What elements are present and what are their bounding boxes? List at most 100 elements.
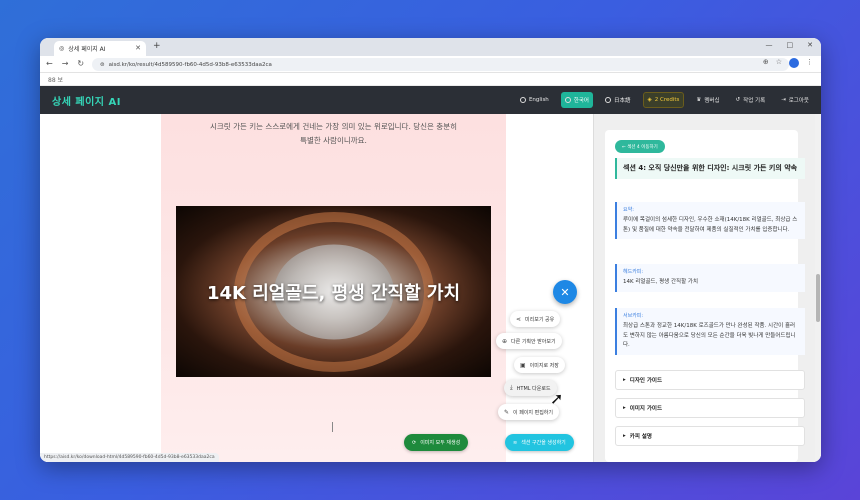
globe-icon [519, 97, 526, 103]
logout-icon: ⇥ [781, 97, 786, 103]
section-card: ← 섹션 4 이동하기 섹션 4: 오직 당신만을 위한 디자인: 시크릿 가든… [605, 130, 805, 462]
mouse-pointer-icon: ➚ [550, 389, 564, 408]
browser-window: ◎ 상세 페이지 AI ✕ + — □ ✕ ← → ↻ ⊜ aisd.kr/ko… [40, 38, 821, 462]
other-plan-label: 다른 기획안 받아보기 [511, 338, 556, 345]
new-tab-button[interactable]: + [153, 41, 161, 51]
preview-pane: 시크릿 가든 키는 스스로에게 건네는 가장 의미 있는 위로입니다. 당신은 … [40, 114, 593, 462]
accordion-image-guide[interactable]: ▸ 이미지 가이드 [615, 398, 805, 418]
html-download-button[interactable]: ⤓ HTML 다운로드 [504, 380, 557, 396]
save-image-button[interactable]: ▣ 이미지로 저장 [514, 357, 565, 373]
headcopy-field: 헤드카피: 14K 리얼골드, 평생 간직할 가치 [615, 264, 805, 292]
window-controls: — □ ✕ [766, 41, 814, 49]
lang-korean[interactable]: 한국어 [560, 92, 593, 108]
triangle-right-icon: ▸ [623, 405, 626, 411]
accordion-copy-desc[interactable]: ▸ 카피 설명 [615, 426, 805, 446]
hero-image: 14K 리얼골드, 평생 간직할 가치 [176, 206, 491, 377]
lang-japanese-label: 日本語 [614, 98, 631, 104]
nav-icons: ← → ↻ [46, 59, 84, 68]
accordion-copy-desc-label: 카피 설명 [629, 434, 652, 440]
star-icon[interactable]: ☆ [776, 58, 782, 68]
logout-link[interactable]: ⇥ 로그아웃 [777, 92, 813, 108]
accordion-design-guide-label: 디자인 가이드 [629, 378, 663, 384]
subcopy-label: 서브카피: [623, 313, 644, 319]
lang-english[interactable]: English [516, 92, 553, 108]
history-label: 작업 기록 [743, 98, 766, 104]
generate-section-label: 섹션 구간을 생성하기 [521, 440, 566, 446]
section-title: 섹션 4: 오직 당신만을 위한 디자인: 시크릿 가든 키의 약속 [615, 158, 805, 179]
menu-icon[interactable]: ⋮ [806, 58, 813, 68]
profile-avatar[interactable] [789, 58, 799, 68]
subcopy-text: 최상급 스톤과 정교한 14K/18K 로즈골드가 만나 완성된 작품. 시간이… [623, 323, 796, 348]
zoom-icon[interactable]: ⊕ [763, 58, 769, 68]
address-bar: ← → ↻ ⊜ aisd.kr/ko/result/4d589590-fb60-… [40, 56, 821, 73]
coin-icon: ◈ [647, 97, 652, 103]
headcopy-text: 14K 리얼골드, 평생 간직할 가치 [623, 279, 699, 285]
headcopy-label: 헤드카피: [623, 269, 644, 275]
accordion-design-guide[interactable]: ▸ 디자인 가이드 [615, 370, 805, 390]
accordion-image-guide-label: 이미지 가이드 [629, 406, 663, 412]
fab-close-button[interactable]: ✕ [553, 280, 577, 304]
history-icon: ↺ [735, 97, 741, 103]
share-preview-button[interactable]: ⋖ 미리보기 공유 [510, 311, 561, 327]
toolbar-right: ⊕ ☆ ⋮ [763, 58, 813, 68]
summary-label: 요약: [623, 207, 634, 213]
maximize-icon[interactable]: □ [787, 41, 794, 49]
bookmarks-bar: 88 보 [40, 73, 821, 86]
status-url: https://aisd.kr/ko/download-html/4d58959… [40, 453, 219, 462]
section-nav-badge[interactable]: ← 섹션 4 이동하기 [615, 140, 665, 153]
download-icon: ⤓ [510, 384, 513, 391]
close-icon: ✕ [560, 285, 570, 299]
globe-icon [605, 97, 611, 103]
forward-icon[interactable]: → [62, 59, 69, 68]
html-download-label: HTML 다운로드 [516, 385, 551, 392]
camera-icon: ▣ [520, 361, 526, 369]
page-quote: 시크릿 가든 키는 스스로에게 건네는 가장 의미 있는 위로입니다. 당신은 … [161, 120, 506, 148]
quote-line-2: 특별한 사람이니까요. [300, 136, 367, 145]
quote-line-1: 시크릿 가든 키는 스스로에게 건네는 가장 의미 있는 위로입니다. 당신은 … [209, 122, 458, 131]
globe-icon: ◎ [59, 45, 65, 52]
tab-bar: ◎ 상세 페이지 AI ✕ + — □ ✕ [40, 38, 821, 56]
minimize-icon[interactable]: — [766, 41, 773, 49]
url-input[interactable]: ⊜ aisd.kr/ko/result/4d589590-fb60-4d5d-9… [92, 58, 789, 71]
crown-icon: ♛ [696, 97, 702, 103]
panel-scroll-thumb[interactable] [816, 274, 820, 322]
regenerate-images-button[interactable]: ⟳ 이미지 모두 재생성 [404, 434, 469, 451]
credits-badge[interactable]: ◈ 2 Credits [642, 92, 685, 108]
app-header: 상세 페이지 AI English 한국어 日本語 ◈ 2 Credits ♛ 멤버… [40, 86, 821, 114]
summary-field: 요약: 루이에 목걸이의 섬세한 디자인, 우수한 소재(14K/18K 리얼골… [615, 202, 805, 239]
browser-tab[interactable]: ◎ 상세 페이지 AI ✕ [54, 41, 146, 56]
summary-text: 루이에 목걸이의 섬세한 디자인, 우수한 소재(14K/18K 리얼골드, 최… [623, 217, 798, 233]
refresh-icon: ⟳ [412, 439, 417, 446]
lang-korean-label: 한국어 [573, 98, 589, 104]
hero-title: 14K 리얼골드, 평생 간직할 가치 [206, 283, 461, 304]
logout-label: 로그아웃 [788, 98, 809, 104]
lang-japanese[interactable]: 日本語 [601, 92, 635, 108]
text-caret [332, 422, 333, 432]
reload-icon[interactable]: ↻ [77, 59, 84, 68]
header-nav: English 한국어 日本語 ◈ 2 Credits ♛ 멤버십 ↺ 작업 기록 ⇥… [516, 92, 813, 108]
section-panel: ← 섹션 4 이동하기 섹션 4: 오직 당신만을 위한 디자인: 시크릿 가든… [593, 114, 821, 462]
subcopy-field: 서브카피: 최상급 스톤과 정교한 14K/18K 로즈골드가 만나 완성된 작… [615, 308, 805, 355]
generate-section-button[interactable]: ≋ 섹션 구간을 생성하기 [505, 434, 574, 451]
other-plan-button[interactable]: ⊕ 다른 기획안 받아보기 [496, 333, 562, 349]
panel-scrollbar[interactable] [815, 114, 821, 462]
globe-icon [564, 97, 571, 103]
plus-icon: ⊕ [502, 337, 508, 345]
share-preview-label: 미리보기 공유 [525, 316, 555, 323]
close-window-icon[interactable]: ✕ [807, 41, 813, 49]
layers-icon: ≋ [513, 439, 518, 446]
history-link[interactable]: ↺ 작업 기록 [732, 92, 770, 108]
bookmarks-apps[interactable]: 88 보 [48, 75, 63, 84]
membership-link[interactable]: ♛ 멤버십 [692, 92, 723, 108]
regenerate-images-label: 이미지 모두 재생성 [420, 440, 461, 446]
credits-label: 2 Credits [654, 97, 680, 103]
back-icon[interactable]: ← [46, 59, 53, 68]
site-info-icon[interactable]: ⊜ [100, 62, 105, 68]
close-tab-icon[interactable]: ✕ [135, 44, 141, 52]
triangle-right-icon: ▸ [623, 377, 626, 383]
url-text: aisd.kr/ko/result/4d589590-fb60-4d5d-93b… [108, 61, 272, 68]
lang-english-label: English [528, 97, 549, 103]
share-icon: ⋖ [516, 315, 522, 323]
edit-page-label: 이 페이지 편집하기 [513, 409, 554, 416]
brand-logo[interactable]: 상세 페이지 AI [52, 93, 121, 108]
